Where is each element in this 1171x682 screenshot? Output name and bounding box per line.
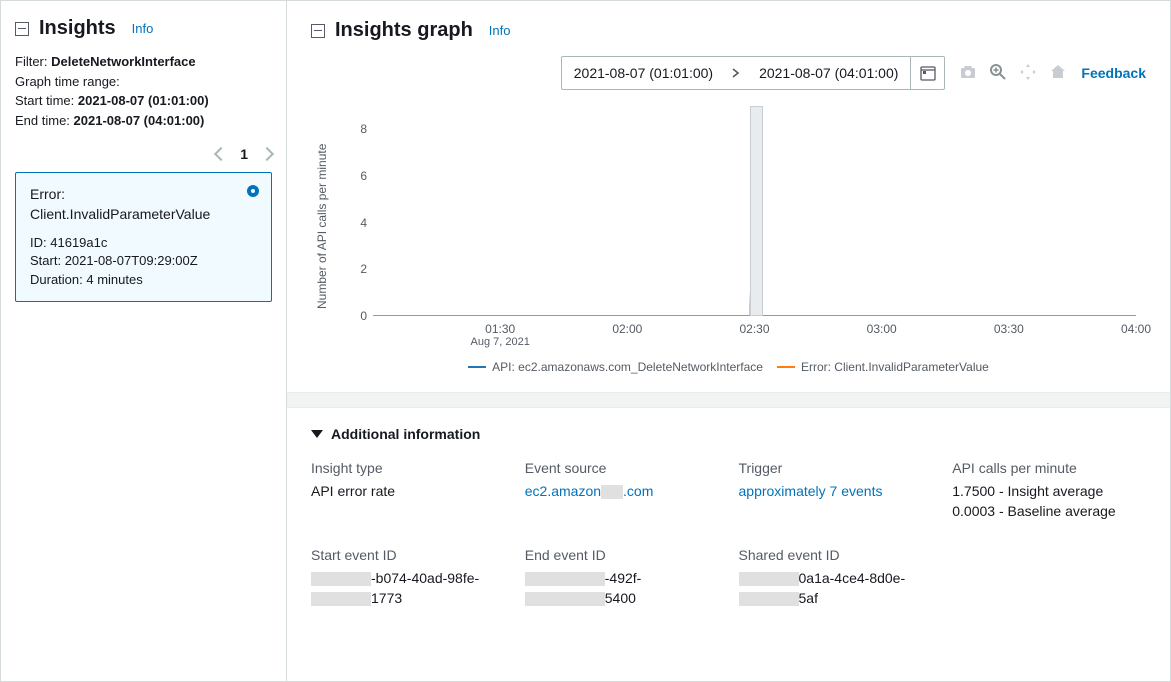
event-source-link[interactable]: ec2.amazon.com [525, 483, 654, 499]
insight-card[interactable]: Error: Client.InvalidParameterValue ID: … [15, 172, 272, 302]
pan-icon[interactable] [1019, 63, 1037, 84]
field-api-calls: API calls per minute 1.7500 - Insight av… [952, 460, 1146, 521]
field-start-event-id: Start event ID -b074-40ad-98fe-1773 [311, 547, 505, 608]
insights-sidebar: Insights Info Filter: DeleteNetworkInter… [1, 1, 287, 681]
field-trigger: Trigger approximately 7 events [739, 460, 933, 521]
pager-current: 1 [240, 146, 248, 162]
time-range-end: 2021-08-07 (04:01:00) [747, 65, 910, 81]
filter-line: Filter: DeleteNetworkInterface [15, 52, 272, 72]
start-time-line: Start time: 2021-08-07 (01:01:00) [15, 91, 272, 111]
additional-info-grid: Insight type API error rate Event source… [311, 460, 1146, 608]
collapse-icon[interactable] [311, 24, 325, 38]
sidebar-info-link[interactable]: Info [132, 21, 154, 36]
selected-indicator-icon [247, 185, 259, 197]
graph-title: Insights graph [335, 19, 473, 42]
card-meta: ID: 41619a1c Start: 2021-08-07T09:29:00Z… [30, 234, 257, 289]
field-shared-event-id: Shared event ID 0a1a-4ce4-8d0e-5af [739, 547, 933, 608]
time-range-start: 2021-08-07 (01:01:00) [562, 65, 725, 81]
legend: API: ec2.amazonaws.com_DeleteNetworkInte… [311, 360, 1146, 374]
main-panel: Insights graph Info 2021-08-07 (01:01:00… [287, 1, 1170, 681]
feedback-link[interactable]: Feedback [1081, 65, 1146, 81]
pager-prev-icon[interactable] [214, 147, 228, 161]
card-title: Error: Client.InvalidParameterValue [30, 185, 257, 224]
pager-next-icon[interactable] [260, 147, 274, 161]
home-icon[interactable] [1049, 63, 1067, 84]
chevron-right-icon [725, 65, 747, 81]
additional-info-toggle[interactable]: Additional information [311, 426, 1146, 442]
field-insight-type: Insight type API error rate [311, 460, 505, 521]
zoom-icon[interactable] [989, 63, 1007, 84]
field-event-source: Event source ec2.amazon.com [525, 460, 719, 521]
collapse-icon[interactable] [15, 22, 29, 36]
field-end-event-id: End event ID -492f-5400 [525, 547, 719, 608]
trigger-link[interactable]: approximately 7 events [739, 483, 883, 499]
y-axis-label: Number of API calls per minute [311, 96, 333, 356]
caret-down-icon [311, 430, 323, 438]
end-time-line: End time: 2021-08-07 (04:01:00) [15, 111, 272, 131]
graph-info-link[interactable]: Info [489, 23, 511, 38]
chart: Number of API calls per minute 02468 01:… [311, 96, 1146, 356]
pager: 1 [15, 146, 272, 162]
camera-icon[interactable] [959, 63, 977, 84]
calendar-icon[interactable] [910, 56, 944, 90]
sidebar-title: Insights [39, 17, 116, 40]
graph-time-range-label: Graph time range: [15, 72, 272, 92]
time-range-picker[interactable]: 2021-08-07 (01:01:00) 2021-08-07 (04:01:… [561, 56, 946, 90]
